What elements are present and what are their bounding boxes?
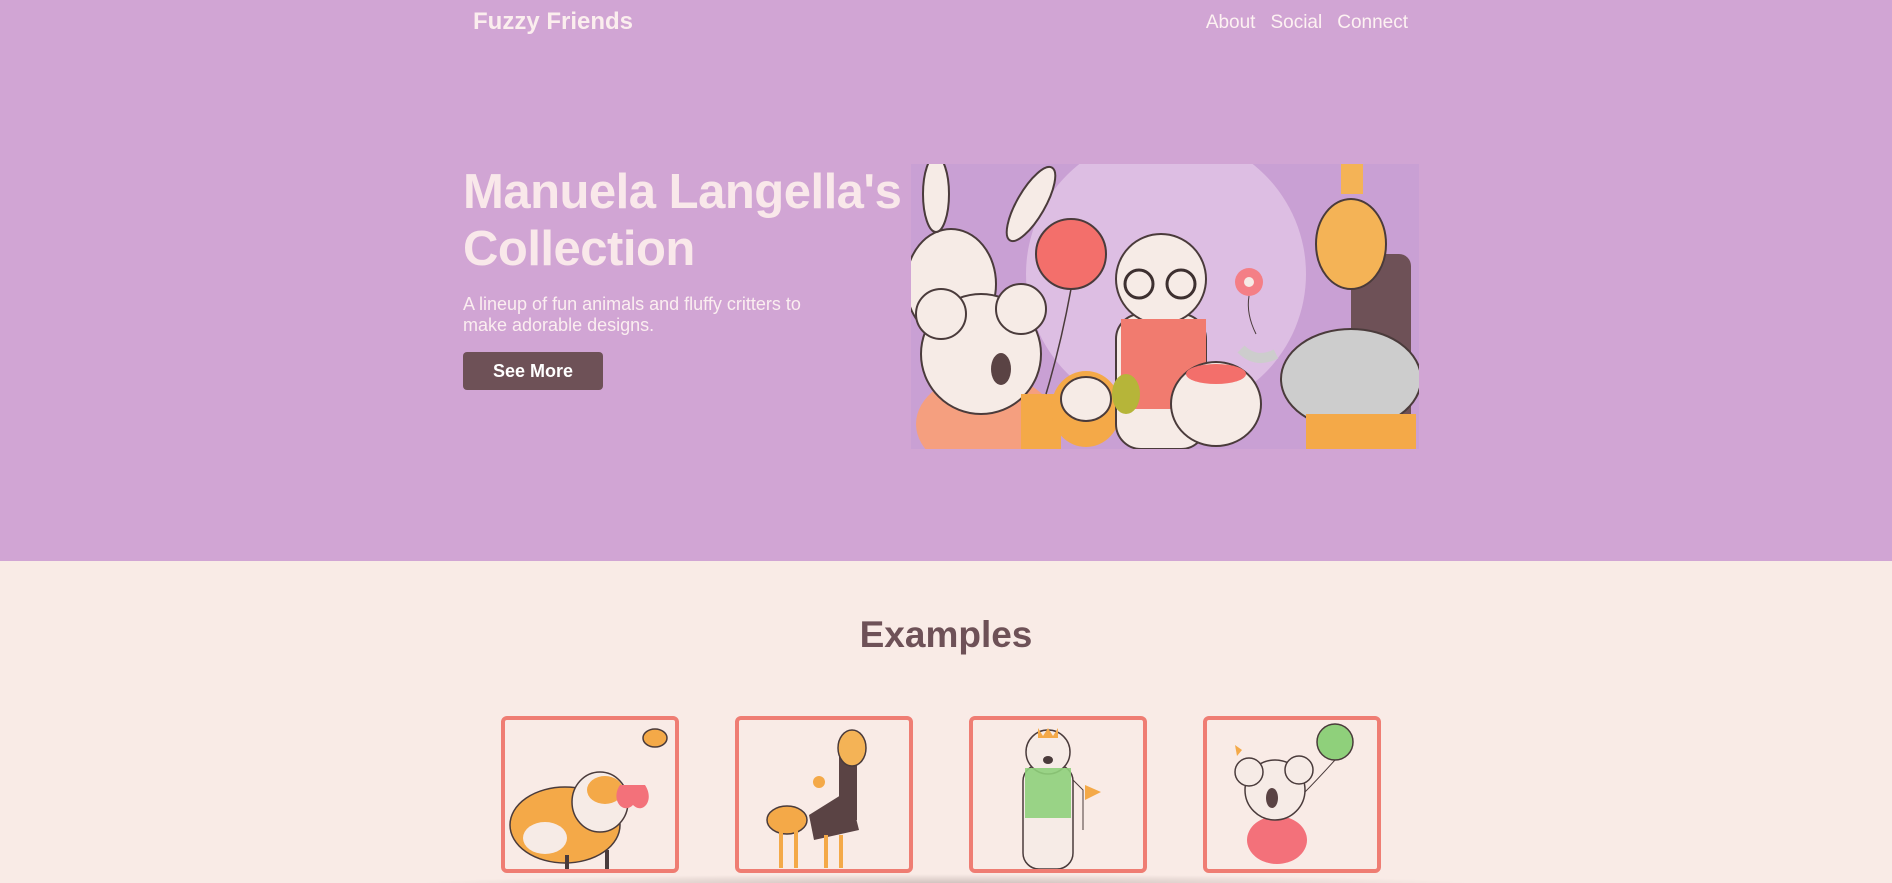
hero-title: Manuela Langella's Collection: [463, 165, 902, 276]
hero-section: Fuzzy Friends About Social Connect Manue…: [0, 0, 1892, 561]
top-nav: About Social Connect: [1206, 12, 1408, 34]
koala-icon: [915, 283, 1061, 449]
hero-subtitle: A lineup of fun animals and fluffy critt…: [463, 294, 801, 335]
koala-illustration-icon: [1234, 723, 1354, 864]
hero-illustration: [911, 164, 1419, 449]
fox-icon: [1051, 371, 1121, 447]
giraffe-illustration-icon: [766, 729, 867, 868]
nav-about-link[interactable]: About: [1206, 12, 1256, 34]
nav-social-link[interactable]: Social: [1270, 12, 1322, 34]
see-more-button[interactable]: See More: [463, 352, 603, 390]
example-card-bear[interactable]: [969, 716, 1147, 873]
example-card-giraffe[interactable]: [735, 716, 913, 873]
example-card-koala[interactable]: [1203, 716, 1381, 873]
section-shadow: [410, 874, 1480, 883]
nav-connect-link[interactable]: Connect: [1337, 12, 1408, 34]
cat-icon: [1170, 361, 1262, 447]
example-card-fox[interactable]: [501, 716, 679, 873]
fox-illustration-icon: [509, 728, 668, 869]
brand-logo[interactable]: Fuzzy Friends: [473, 8, 633, 36]
examples-title: Examples: [859, 614, 1033, 655]
polar-bear-illustration-icon: [1022, 728, 1101, 869]
